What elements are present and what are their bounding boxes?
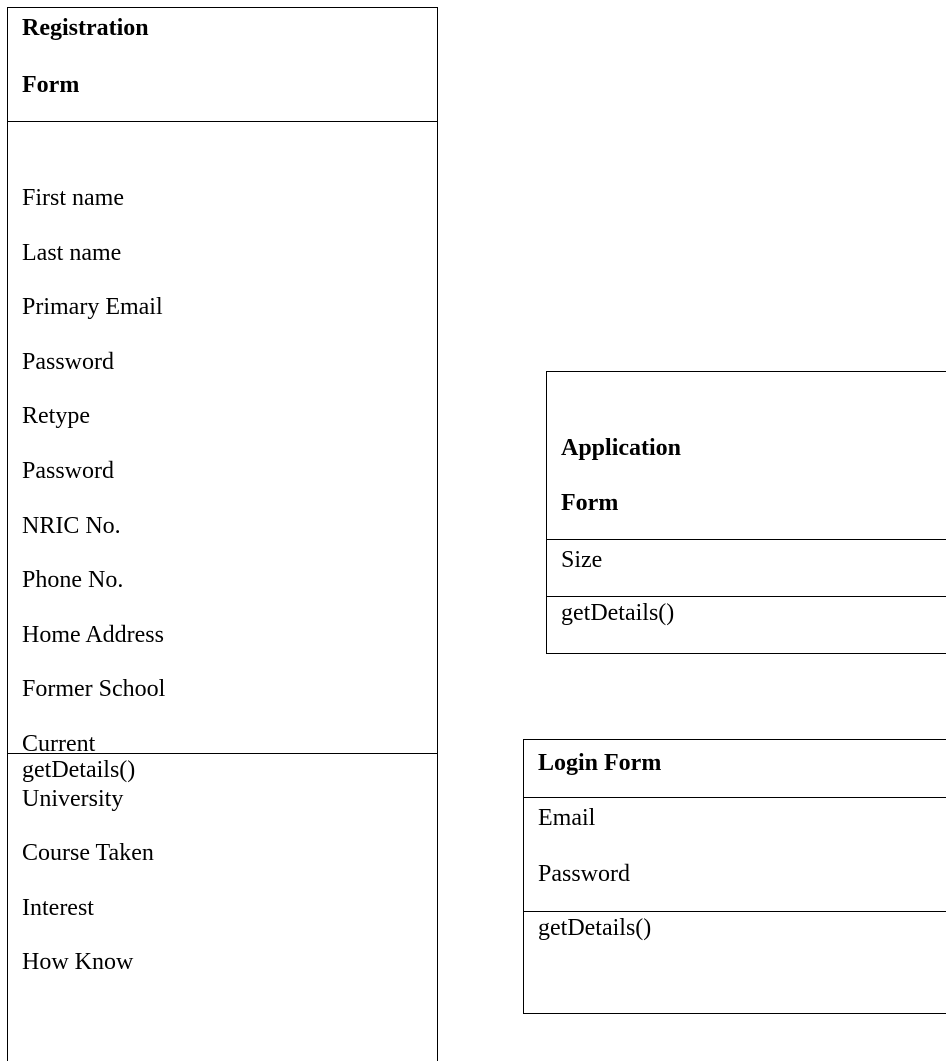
class-name-line: Login Form [538, 750, 662, 776]
attribute-primary-email: Primary Email [22, 294, 163, 321]
attributes-section: Email Password [524, 798, 946, 912]
attribute-email: Email [538, 805, 596, 831]
attribute-retype: Retype [22, 403, 90, 430]
attribute-first-name: First name [22, 185, 124, 211]
attribute-home-address: Home Address [22, 621, 164, 648]
operation-get-details: getDetails() [561, 600, 675, 626]
registration-form-class: Registration Form First name Last name P… [7, 7, 438, 1061]
login-form-class: Login Form Email Password getDetails() [523, 739, 946, 1014]
attribute-phone-no: Phone No. [22, 567, 124, 594]
class-name-line: Application [561, 435, 682, 461]
attribute-password: Password [538, 861, 631, 887]
operations-section: getDetails() [547, 597, 946, 653]
attribute-last-name: Last name [22, 239, 122, 266]
operations-section: getDetails() [524, 912, 946, 1012]
attribute-size: Size [561, 547, 603, 573]
operation-get-details: getDetails() [538, 915, 652, 941]
attributes-section: Size [547, 540, 946, 597]
attribute-password-2: Password [22, 457, 115, 484]
attribute-password: Password [22, 348, 115, 375]
application-form-class: Application Form Size getDetails() [546, 371, 946, 654]
attributes-section: First name Last name Primary Email Passw… [8, 122, 437, 974]
attribute-former-school: Former School [22, 676, 166, 703]
class-name-section: Login Form [524, 740, 946, 798]
class-name-line: Registration [22, 15, 149, 41]
class-name-section: Application Form [547, 372, 946, 540]
class-name-line: Form [561, 490, 619, 516]
attribute-nric-no: NRIC No. [22, 512, 121, 539]
class-name-section: Registration Form [8, 8, 437, 122]
operation-get-details: getDetails() [22, 757, 136, 783]
